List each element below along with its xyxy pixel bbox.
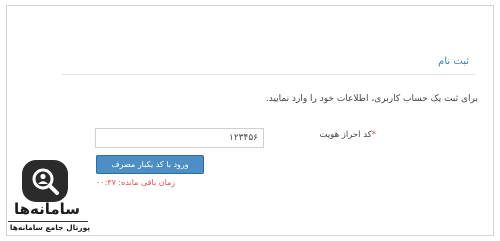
site-logo: سامانه‌ها پورتال جامع سامانه‌ها [6,160,100,236]
form-title: ثبت نام [438,56,469,67]
auth-code-input[interactable] [95,128,264,148]
search-user-icon [22,160,68,202]
auth-code-label: *کد احراز هویت [319,130,376,140]
logo-name: سامانه‌ها [13,200,81,218]
required-marker: * [371,130,376,140]
instruction-text: برای ثبت یک حساب کاربری، اطلاعات خود را … [265,94,478,104]
remaining-time: زمان باقی مانده: ۰۰:۳۷ [96,178,176,187]
logo-divider [8,221,88,222]
logo-tagline: پورتال جامع سامانه‌ها [9,223,91,232]
otp-login-button[interactable]: ورود با کد یکبار مصرف [96,155,204,174]
title-divider [62,74,475,75]
auth-code-label-text: کد احراز هویت [319,130,372,140]
